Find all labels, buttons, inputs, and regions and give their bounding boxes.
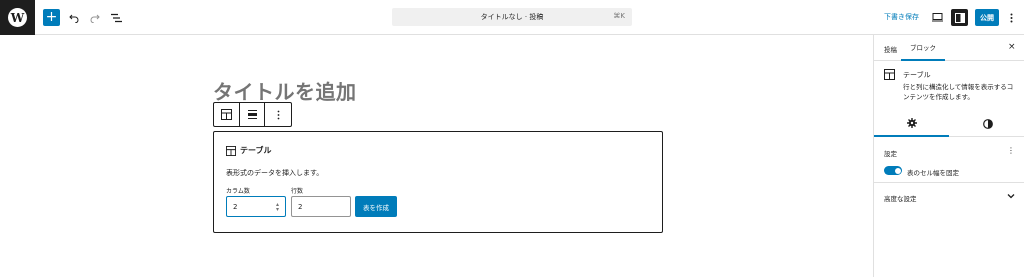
- block-type-button[interactable]: [214, 103, 240, 126]
- more-vertical-icon: ⋮: [1007, 146, 1015, 155]
- wordpress-icon: W: [8, 8, 27, 27]
- align-none-icon: [247, 110, 257, 119]
- block-card-title: テーブル: [903, 71, 931, 79]
- table-icon: [884, 69, 895, 80]
- block-card-description: 行と列に構造化して情報を表示するコンテンツを作成します。: [903, 83, 1014, 101]
- toggle-knob: [894, 167, 901, 174]
- document-title: タイトルなし · 投稿: [480, 13, 544, 21]
- close-sidebar-button[interactable]: ×: [1008, 42, 1016, 52]
- fixed-width-toggle-label: 表のセル幅を固定: [907, 169, 959, 177]
- save-draft-button[interactable]: 下書き保存: [884, 12, 919, 22]
- sidebar-icon: [954, 12, 965, 23]
- preview-button[interactable]: [929, 9, 946, 26]
- settings-panel-title: 設定: [884, 150, 897, 158]
- gear-icon: [906, 118, 917, 128]
- tab-styles[interactable]: [950, 111, 1024, 137]
- list-view-icon: [111, 13, 122, 22]
- settings-sidebar: 投稿 ブロック × テーブル 行と列に構造化して情報を表示するコンテンツを作成し…: [873, 35, 1024, 277]
- undo-icon: [68, 14, 78, 23]
- inspector-tabs: [874, 111, 1024, 137]
- redo-button[interactable]: [86, 9, 103, 26]
- add-block-button[interactable]: +: [43, 9, 60, 26]
- editor-header: W + タイトルなし · 投稿 ⌘K 下書き保存 公開: [0, 0, 1024, 35]
- table-icon: [226, 145, 236, 156]
- sidebar-tabs: 投稿 ブロック ×: [874, 35, 1024, 61]
- contrast-icon: [982, 119, 993, 129]
- document-overview-button[interactable]: [108, 9, 125, 26]
- block-toolbar: [213, 102, 292, 127]
- redo-icon: [90, 14, 100, 23]
- advanced-panel-toggle[interactable]: 高度な設定: [874, 183, 1024, 209]
- tab-block[interactable]: ブロック: [901, 35, 945, 61]
- plus-icon: +: [45, 9, 58, 25]
- options-menu-button[interactable]: [1005, 9, 1017, 26]
- tab-settings[interactable]: [874, 111, 949, 137]
- fixed-width-toggle[interactable]: [884, 166, 902, 175]
- more-vertical-icon: [277, 110, 280, 119]
- post-title-input[interactable]: タイトルを追加: [213, 76, 357, 105]
- create-table-button[interactable]: 表を作成: [355, 196, 397, 217]
- columns-input[interactable]: 2 ▴ ▾: [226, 196, 286, 217]
- close-icon: ×: [1008, 42, 1016, 52]
- settings-panel: 設定 ⋮ 表のセル幅を固定: [874, 137, 1024, 183]
- spinner-arrows-icon[interactable]: ▴ ▾: [276, 202, 279, 213]
- advanced-panel-title: 高度な設定: [884, 195, 917, 203]
- rows-label: 行数: [291, 188, 304, 195]
- rows-value: 2: [298, 202, 303, 211]
- command-palette-bar[interactable]: タイトルなし · 投稿 ⌘K: [392, 8, 632, 26]
- publish-button[interactable]: 公開: [975, 9, 999, 26]
- block-options-button[interactable]: [265, 103, 291, 126]
- rows-input[interactable]: 2: [291, 196, 351, 217]
- placeholder-title: テーブル: [226, 145, 272, 156]
- columns-label: カラム数: [226, 188, 250, 195]
- placeholder-instructions: 表形式のデータを挿入します。: [226, 169, 324, 177]
- tab-post[interactable]: 投稿: [884, 44, 897, 54]
- chevron-down-icon: [1007, 194, 1015, 199]
- more-vertical-icon: [1010, 13, 1012, 22]
- table-icon: [220, 109, 232, 120]
- editor-canvas: タイトルを追加 テーブル 表形式のデータを挿入します。 カラム数 行数 2 ▴ ▾…: [0, 35, 873, 277]
- undo-button[interactable]: [65, 9, 82, 26]
- columns-value: 2: [233, 202, 238, 211]
- desktop-preview-icon: [932, 13, 943, 22]
- alignment-button[interactable]: [240, 103, 266, 126]
- settings-sidebar-toggle[interactable]: [951, 9, 968, 26]
- placeholder-title-label: テーブル: [240, 146, 272, 155]
- settings-options-button[interactable]: ⋮: [1007, 146, 1015, 155]
- command-shortcut: ⌘K: [613, 12, 625, 20]
- wordpress-logo-button[interactable]: W: [0, 0, 35, 35]
- table-block-placeholder: テーブル 表形式のデータを挿入します。 カラム数 行数 2 ▴ ▾ 2 表を作成: [213, 131, 663, 233]
